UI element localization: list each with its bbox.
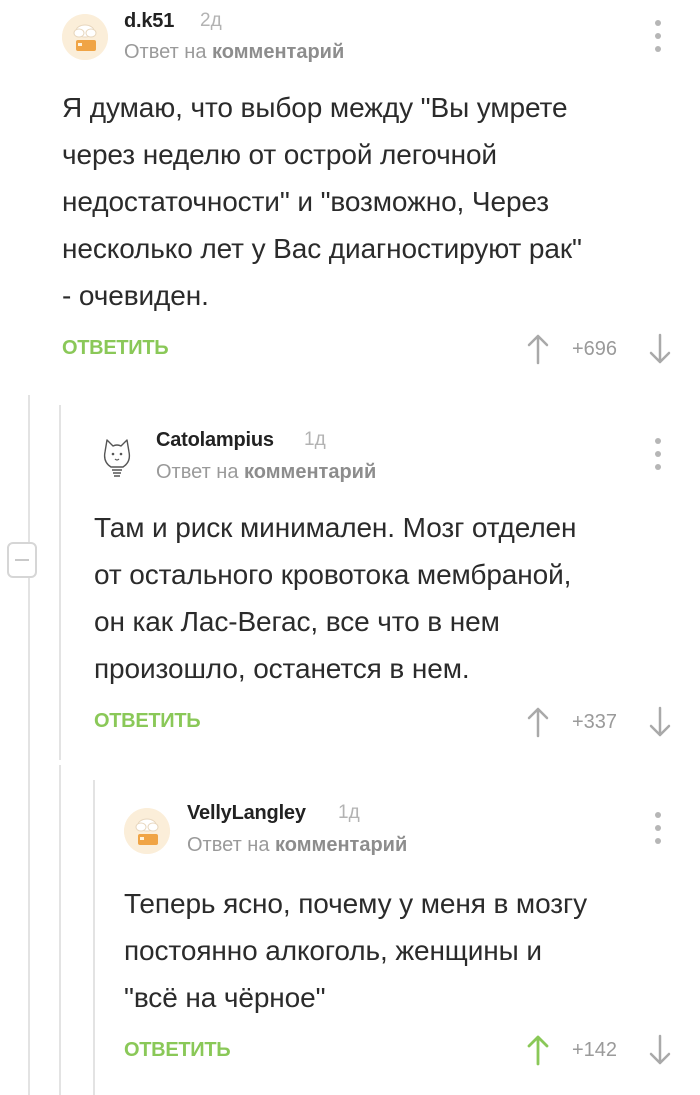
reply-to-prefix: Ответ на bbox=[187, 834, 270, 856]
comment-text-line: постоянно алкоголь, женщины и bbox=[124, 935, 542, 966]
comment: VellyLangley 1д Ответ на комментарий Теп… bbox=[0, 0, 700, 1095]
user-avatar[interactable] bbox=[124, 808, 170, 854]
reply-to-link[interactable]: комментарий bbox=[275, 834, 407, 856]
comment-rating: +142 bbox=[572, 1039, 618, 1061]
username[interactable]: VellyLangley bbox=[187, 802, 306, 825]
comment-text-line: "всё на чёрное" bbox=[124, 982, 326, 1013]
comment-thread: d.k51 2д Ответ на комментарий Я думаю, ч… bbox=[0, 0, 700, 1095]
upvote-icon[interactable] bbox=[526, 1034, 550, 1071]
comment-text-line: Теперь ясно, почему у меня в мозгу bbox=[124, 888, 587, 919]
comment-text: Теперь ясно, почему у меня в мозгу посто… bbox=[124, 880, 587, 1021]
downvote-icon[interactable] bbox=[648, 1034, 672, 1071]
reply-button[interactable]: ОТВЕТИТЬ bbox=[124, 1039, 231, 1062]
comment-time: 1д bbox=[338, 802, 360, 823]
more-menu-icon[interactable] bbox=[653, 812, 663, 844]
chef-hat-avatar-icon bbox=[124, 808, 170, 854]
reply-to-label: Ответ на комментарий bbox=[187, 834, 407, 857]
